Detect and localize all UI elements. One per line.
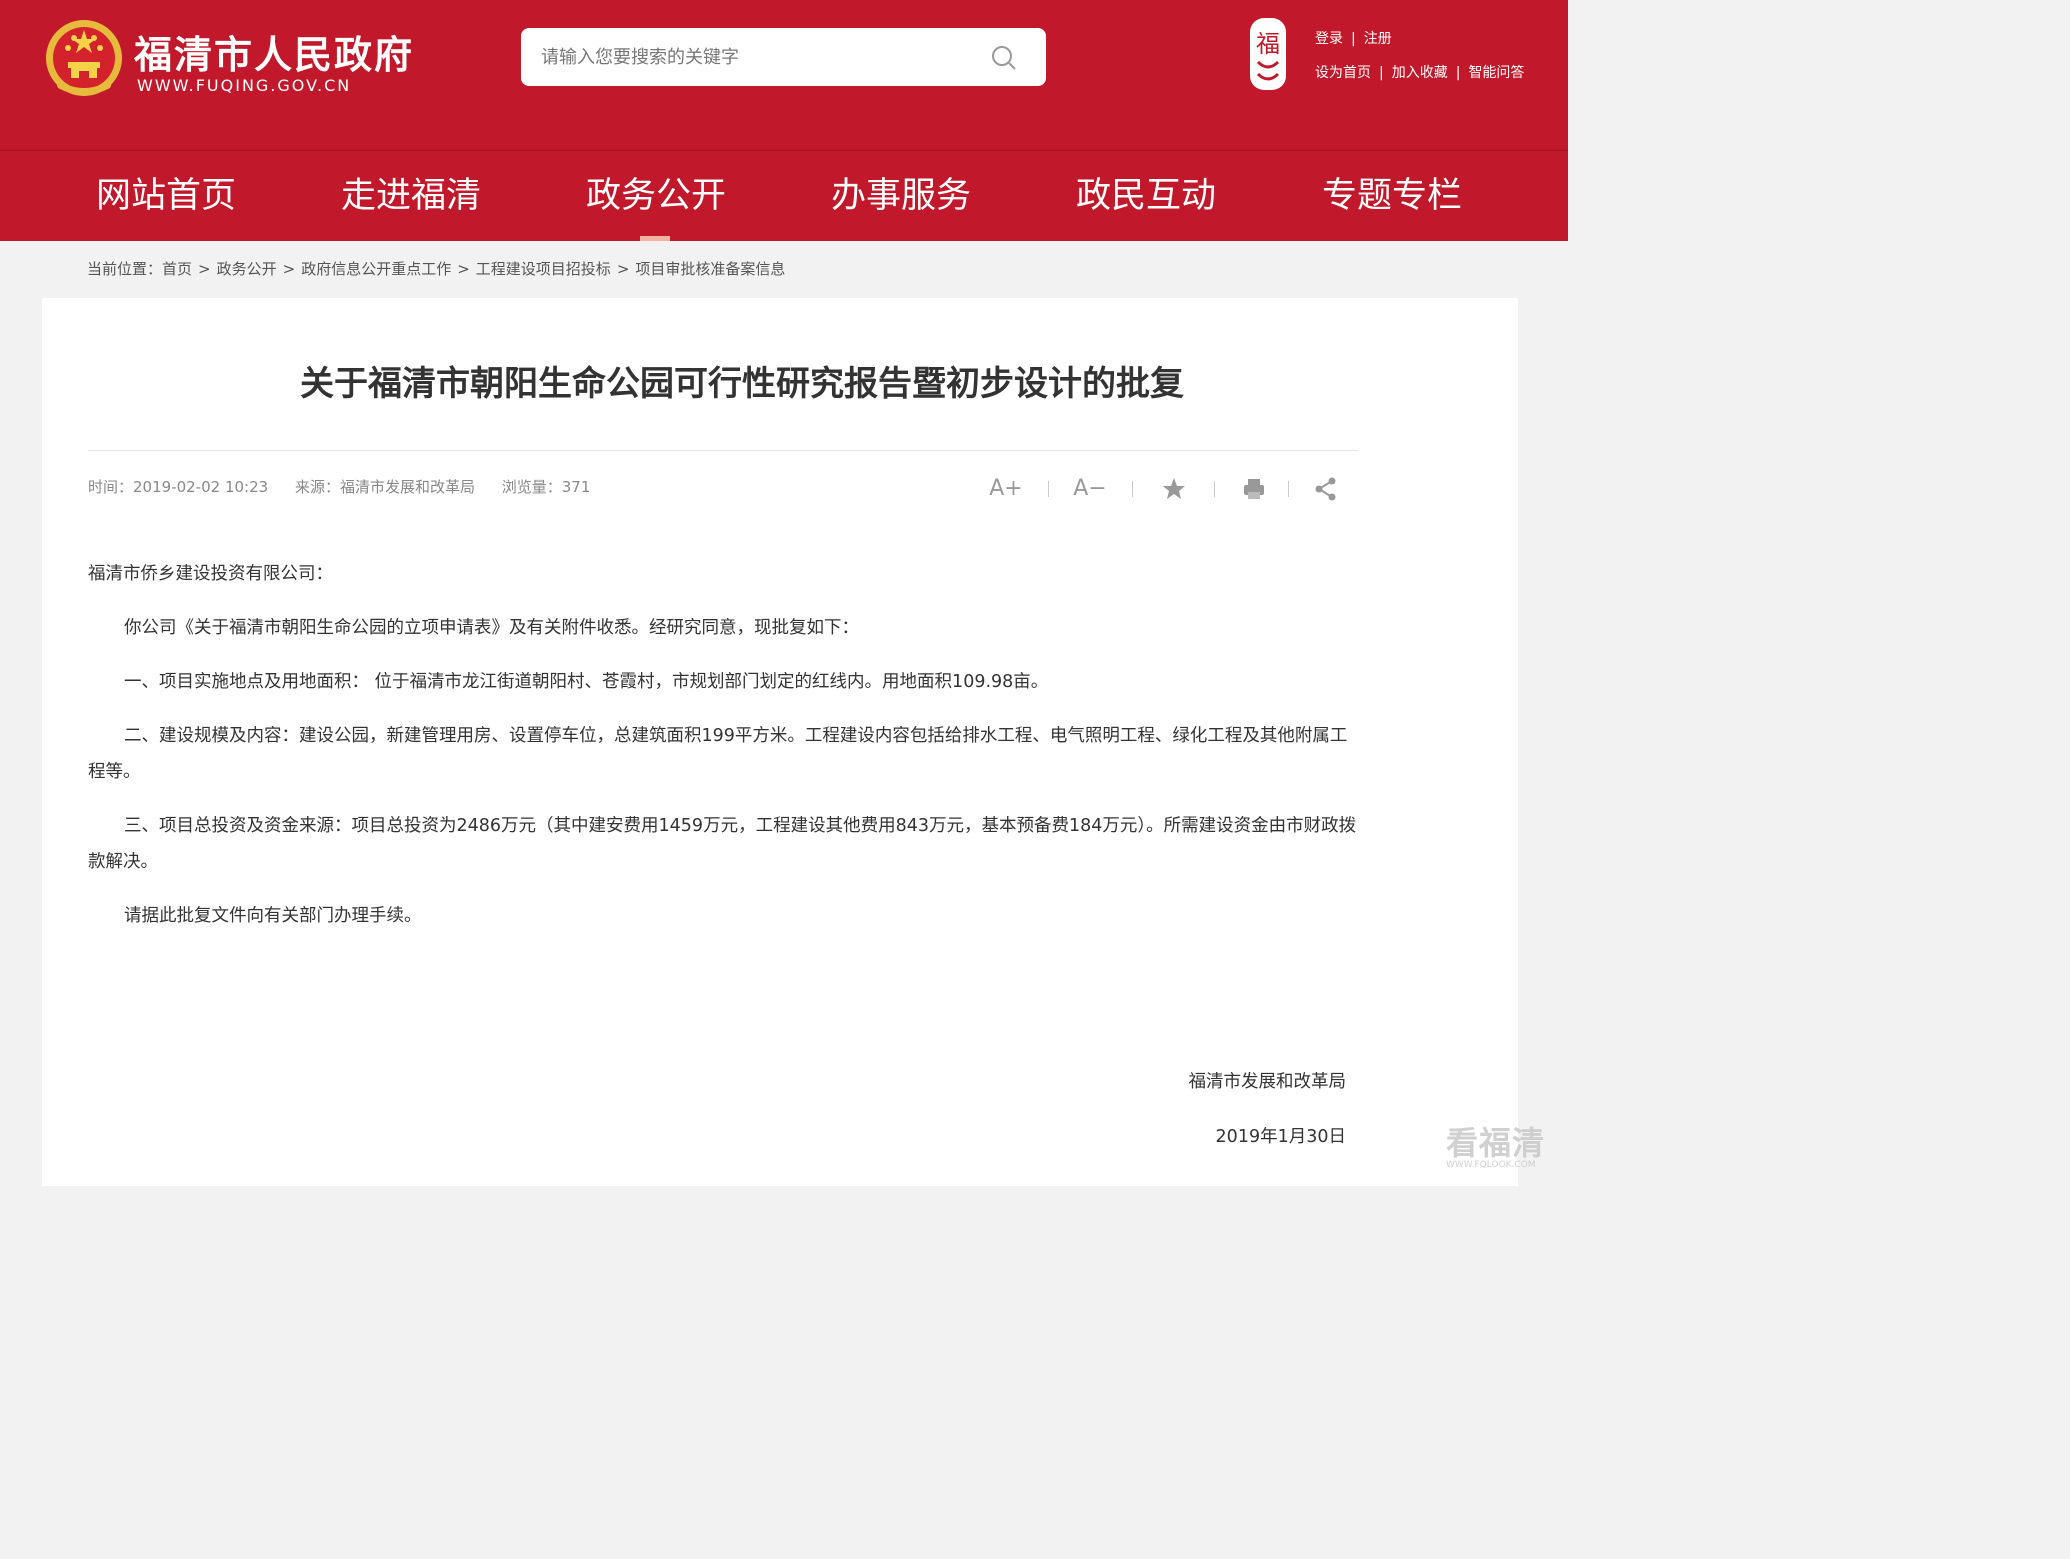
breadcrumb-separator: >: [282, 260, 296, 278]
article-paragraph: 一、项目实施地点及用地面积： 位于福清市龙江街道朝阳村、苍霞村，市规划部门划定的…: [124, 672, 1049, 692]
watermark: 看福清 WWW.FQLOOK.COM: [1446, 1118, 1545, 1170]
main-nav: 网站首页 走进福清 政务公开 办事服务 政民互动 专题专栏: [0, 150, 1568, 241]
site-header: 福清市人民政府 WWW.FUQING.GOV.CN 福 登录 | 注册 设为首页 | 加…: [0, 0, 1568, 150]
breadcrumb-item[interactable]: 项目审批核准备案信息: [635, 260, 785, 278]
article-paragraph: 福清市侨乡建设投资有限公司：: [88, 564, 333, 584]
article-body: 福清市侨乡建设投资有限公司： 你公司《关于福清市朝阳生命公园的立项申请表》及有关…: [88, 556, 1360, 952]
add-favorite-link[interactable]: 加入收藏: [1392, 65, 1448, 81]
breadcrumb: 当前位置：首页 > 政务公开 > 政府信息公开重点工作 > 工程建设项目招投标 > 项目审批核准…: [42, 241, 1518, 298]
tool-separator: [1132, 481, 1133, 497]
star-icon[interactable]: [1160, 474, 1188, 504]
watermark-text: 看福清: [1446, 1124, 1546, 1162]
breadcrumb-item[interactable]: 政府信息公开重点工作: [301, 260, 451, 278]
article-signature: 福清市发展和改革局: [1188, 1072, 1347, 1092]
breadcrumb-item[interactable]: 首页: [162, 260, 192, 278]
article-meta: 时间：2019-02-02 10:23 来源：福清市发展和改革局 浏览量：371: [88, 476, 612, 497]
article-date: 2019年1月30日: [1215, 1127, 1346, 1147]
nav-item-home[interactable]: 网站首页: [96, 151, 236, 242]
print-icon[interactable]: [1240, 474, 1268, 504]
view-count: 浏览量：371: [501, 478, 591, 496]
site-url: WWW.FUQING.GOV.CN: [137, 76, 352, 95]
breadcrumb-separator: >: [198, 260, 211, 278]
breadcrumb-label: 当前位置：: [87, 260, 163, 278]
article-paragraph: 二、建设规模及内容：建设公园，新建管理用房、设置停车位，总建筑面积199平方米。…: [88, 726, 1348, 782]
watermark-sub: WWW.FQLOOK.COM: [1446, 1160, 1536, 1170]
tool-separator: [1214, 481, 1215, 497]
set-homepage-link[interactable]: 设为首页: [1315, 65, 1371, 81]
article-paragraph: 三、项目总投资及资金来源：项目总投资为2486万元（其中建安费用1459万元，工…: [88, 816, 1357, 872]
nav-item-services[interactable]: 办事服务: [831, 151, 971, 242]
smart-qa-link[interactable]: 智能问答: [1468, 65, 1524, 81]
breadcrumb-item[interactable]: 政务公开: [217, 260, 277, 278]
site-title: 福清市人民政府: [134, 33, 415, 77]
publish-time: 时间：2019-02-02 10:23: [88, 478, 269, 496]
link-separator: |: [1351, 31, 1356, 47]
font-larger-button[interactable]: A+: [988, 474, 1024, 504]
article-paragraph: 请据此批复文件向有关部门办理手续。: [124, 906, 422, 926]
breadcrumb-separator: >: [616, 260, 630, 278]
article-source: 来源：福清市发展和改革局: [294, 478, 475, 496]
share-icon[interactable]: [1312, 474, 1340, 504]
font-smaller-button[interactable]: A−: [1072, 474, 1108, 504]
link-separator: |: [1379, 65, 1384, 81]
nav-item-about[interactable]: 走进福清: [341, 151, 481, 242]
user-links: 登录 | 注册 设为首页 | 加入收藏 | 智能问答: [1315, 28, 1524, 84]
search-icon[interactable]: [990, 44, 1018, 72]
nav-item-gov-affairs[interactable]: 政务公开: [586, 151, 726, 242]
tool-separator: [1048, 481, 1049, 497]
nav-item-interaction[interactable]: 政民互动: [1076, 151, 1216, 242]
link-separator: |: [1455, 65, 1461, 81]
nav-item-topics[interactable]: 专题专栏: [1322, 151, 1462, 242]
breadcrumb-item[interactable]: 工程建设项目招投标: [476, 260, 611, 278]
breadcrumb-separator: >: [457, 260, 470, 278]
register-link[interactable]: 注册: [1364, 31, 1392, 47]
article-title: 关于福清市朝阳生命公园可行性研究报告暨初步设计的批复: [300, 364, 1184, 404]
tool-separator: [1288, 481, 1289, 497]
login-link[interactable]: 登录: [1315, 31, 1343, 47]
city-seal-icon: 福: [1250, 18, 1286, 90]
title-divider: [88, 450, 1358, 451]
search-input[interactable]: [541, 28, 981, 86]
article-paragraph: 你公司《关于福清市朝阳生命公园的立项申请表》及有关附件收悉。经研究同意，现批复如…: [124, 618, 859, 638]
seal-text: 福: [1256, 30, 1280, 58]
search-box: [521, 28, 1046, 86]
national-emblem-icon: [46, 20, 122, 96]
article-container: 关于福清市朝阳生命公园可行性研究报告暨初步设计的批复 时间：2019-02-02…: [42, 298, 1518, 1186]
